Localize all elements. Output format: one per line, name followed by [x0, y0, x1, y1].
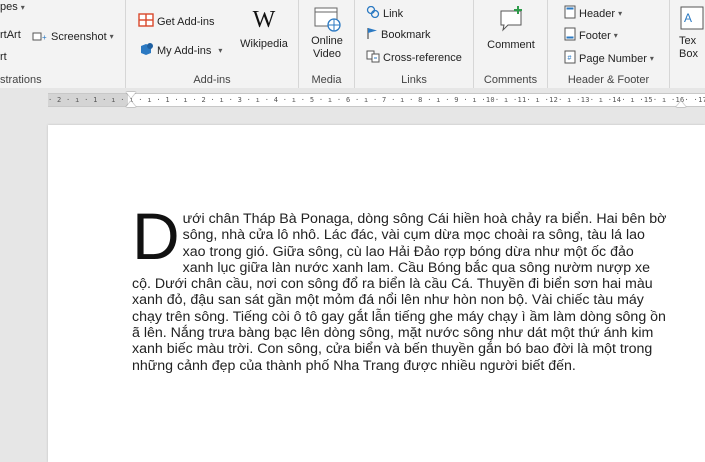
screenshot-button[interactable]: + Screenshot ▾ — [32, 29, 114, 44]
get-addins-label: Get Add-ins — [157, 15, 215, 28]
screenshot-label: Screenshot — [51, 30, 107, 43]
get-addins-button[interactable]: Get Add-ins — [138, 13, 214, 30]
wikipedia-button[interactable]: W Wikipedia — [234, 6, 294, 51]
svg-text:A: A — [684, 11, 692, 25]
illustrations-group-label: strations — [0, 74, 42, 86]
text-box-label-2: Box — [679, 48, 698, 60]
header-label: Header — [579, 7, 616, 20]
media-group-label: Media — [311, 74, 342, 86]
header-footer-group: Header ▾ Footer ▾ # Page Number ▾ Header… — [548, 0, 670, 88]
shapes-label: pes — [0, 1, 18, 13]
comments-group: Comment Comments — [474, 0, 548, 88]
page-number-icon: # — [564, 50, 576, 67]
media-group: Online Video Media — [299, 0, 355, 88]
bookmark-label: Bookmark — [381, 28, 431, 41]
ruler-area: · 2 · ı · 1 · ı · ı · ı · 1 · ı · 2 · ı … — [0, 88, 705, 112]
link-button[interactable]: Link — [366, 5, 404, 21]
online-video-button[interactable]: Online Video — [303, 5, 351, 61]
link-label: Link — [383, 7, 404, 20]
footer-icon — [564, 27, 576, 44]
horizontal-ruler[interactable]: · 2 · ı · 1 · ı · ı · ı · 1 · ı · 2 · ı … — [48, 92, 705, 107]
my-addins-button[interactable]: My Add-ins ▾ — [139, 42, 222, 59]
text-box-label-1: Tex — [679, 35, 697, 47]
page-number-label: Page Number — [579, 52, 647, 65]
chevron-down-icon: ▾ — [613, 31, 618, 40]
drop-cap: D — [132, 199, 180, 273]
document-body[interactable]: Dưới chân Tháp Bà Ponaga, dòng sông Cái … — [132, 199, 667, 374]
wikipedia-icon: W — [252, 7, 276, 33]
addins-group-label: Add-ins — [193, 74, 231, 86]
footer-label: Footer — [579, 29, 611, 42]
smartart-label: rtArt — [0, 29, 21, 41]
svg-text:#: # — [568, 55, 572, 62]
comment-button[interactable]: Comment — [478, 5, 544, 52]
chevron-down-icon: ▾ — [218, 46, 223, 55]
bookmark-flag-icon — [366, 27, 378, 42]
online-video-label-2: Video — [313, 48, 341, 60]
ruler-marks: · 2 · ı · 1 · ı · ı · ı · 1 · ı · 2 · ı … — [48, 96, 705, 104]
right-indent-marker-icon[interactable] — [676, 101, 686, 107]
chart-label: rt — [0, 51, 7, 63]
text-box-button[interactable]: A Tex Box — [679, 5, 705, 61]
cross-reference-label: Cross-reference — [383, 52, 462, 64]
page-number-button[interactable]: # Page Number ▾ — [564, 50, 654, 67]
online-video-icon — [303, 5, 351, 35]
bookmark-button[interactable]: Bookmark — [366, 27, 431, 42]
paragraph-text: ưới chân Tháp Bà Ponaga, dòng sông Cái h… — [132, 211, 667, 374]
document-page[interactable]: Dưới chân Tháp Bà Ponaga, dòng sông Cái … — [48, 125, 705, 462]
comments-group-label: Comments — [483, 74, 538, 86]
cross-reference-icon — [366, 50, 380, 66]
hanging-indent-marker-icon[interactable] — [126, 101, 136, 107]
chevron-down-icon: ▾ — [649, 54, 654, 63]
chevron-down-icon: ▾ — [618, 9, 623, 18]
svg-text:+: + — [42, 33, 47, 41]
ribbon: pes ▾ rtArt + Screenshot ▾ rt strations … — [0, 0, 705, 89]
first-line-indent-marker-icon[interactable] — [126, 92, 136, 98]
store-icon — [138, 13, 154, 30]
addins-group: Get Add-ins My Add-ins ▾ W Wikipedia Add… — [126, 0, 299, 88]
wikipedia-label: Wikipedia — [240, 38, 288, 50]
links-group: Link Bookmark Cross-reference Links — [355, 0, 474, 88]
header-icon — [564, 5, 576, 22]
my-addins-label: My Add-ins — [157, 44, 212, 57]
screenshot-icon: + — [32, 29, 48, 44]
links-group-label: Links — [401, 74, 427, 86]
illustrations-group: pes ▾ rtArt + Screenshot ▾ rt strations — [0, 0, 126, 88]
shapes-button[interactable]: pes ▾ — [0, 1, 25, 13]
cross-reference-button[interactable]: Cross-reference — [366, 50, 462, 66]
smartart-button[interactable]: rtArt — [0, 29, 21, 41]
comment-label: Comment — [487, 39, 535, 51]
text-group: A Tex Box — [670, 0, 705, 88]
chevron-down-icon: ▾ — [20, 2, 25, 12]
text-box-icon: A — [679, 5, 705, 35]
link-icon — [366, 5, 380, 21]
header-button[interactable]: Header ▾ — [564, 5, 622, 22]
online-video-label-1: Online — [311, 35, 343, 47]
puzzle-icon — [139, 42, 154, 59]
chevron-down-icon: ▾ — [109, 32, 114, 41]
footer-button[interactable]: Footer ▾ — [564, 27, 618, 44]
chart-button[interactable]: rt — [0, 51, 7, 63]
header-footer-group-label: Header & Footer — [567, 74, 650, 86]
comment-icon — [478, 5, 544, 35]
